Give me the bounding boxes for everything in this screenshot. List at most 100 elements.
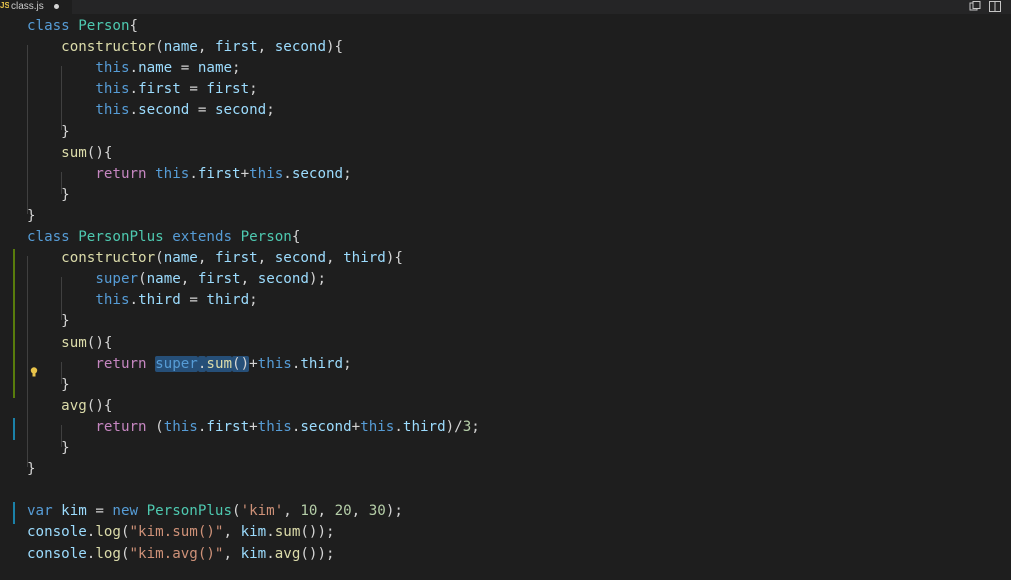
- code-token: kim: [240, 545, 267, 562]
- code-token: ,: [326, 250, 344, 267]
- code-line[interactable]: }: [27, 206, 36, 227]
- code-line[interactable]: this.name = name;: [27, 58, 241, 79]
- code-line[interactable]: }: [27, 375, 70, 396]
- code-line[interactable]: super(name, first, second);: [27, 269, 326, 290]
- code-token: ,: [180, 271, 198, 288]
- modified-line-gutter[interactable]: [13, 418, 15, 440]
- selected-code-token: sum: [206, 355, 233, 372]
- code-token: Person: [78, 18, 130, 34]
- code-token: }: [27, 461, 36, 478]
- code-token: ;: [343, 355, 352, 372]
- code-token: ;: [232, 60, 241, 77]
- code-token: (: [120, 524, 130, 541]
- code-token: ){: [326, 39, 344, 56]
- code-line[interactable]: this.first = first;: [27, 79, 257, 100]
- code-token: (){: [86, 334, 113, 351]
- code-token: second: [300, 418, 352, 435]
- code-token: ,: [197, 39, 215, 56]
- code-token: return: [95, 165, 147, 182]
- code-line[interactable]: }: [27, 185, 70, 206]
- code-token: second: [138, 102, 190, 119]
- code-token: ,: [257, 250, 275, 267]
- code-token: +: [351, 418, 361, 435]
- code-token: (: [155, 39, 164, 56]
- code-line[interactable]: sum(){: [27, 143, 112, 164]
- code-line[interactable]: }: [27, 459, 36, 480]
- code-token: (){: [86, 397, 113, 414]
- tab-class-js[interactable]: JS class.js: [0, 0, 72, 14]
- code-token: name: [163, 39, 198, 56]
- code-line[interactable]: class PersonPlus extends Person{: [27, 227, 300, 248]
- code-token: constructor: [61, 39, 156, 56]
- open-changes-icon[interactable]: [969, 1, 981, 12]
- code-token: ,: [317, 503, 335, 520]
- code-token: }: [27, 376, 70, 393]
- code-token: (: [120, 545, 130, 562]
- code-token: .: [129, 102, 139, 119]
- code-line[interactable]: this.second = second;: [27, 100, 275, 121]
- code-editor[interactable]: class Person{ constructor(name, first, s…: [0, 14, 1011, 580]
- code-line[interactable]: avg(){: [27, 396, 112, 417]
- code-line[interactable]: }: [27, 311, 70, 332]
- code-line[interactable]: }: [27, 122, 70, 143]
- code-token: }: [27, 313, 70, 330]
- code-token: }: [27, 123, 70, 140]
- code-token: first: [214, 250, 258, 267]
- code-token: }: [27, 440, 70, 456]
- code-token: this: [155, 165, 190, 182]
- code-line[interactable]: return (this.first+this.second+this.thir…: [27, 417, 479, 438]
- code-token: (: [155, 250, 164, 267]
- code-token: avg: [61, 397, 87, 414]
- code-line[interactable]: class Person{: [27, 16, 138, 37]
- modified-lines-gutter[interactable]: [13, 249, 15, 398]
- code-token: this: [95, 81, 130, 98]
- code-line[interactable]: constructor(name, first, second, third){: [27, 248, 403, 269]
- code-line[interactable]: }: [27, 438, 70, 459]
- code-line[interactable]: sum(){: [27, 333, 112, 354]
- modified-line-gutter[interactable]: [13, 502, 15, 524]
- code-token: this: [163, 418, 198, 435]
- code-line[interactable]: constructor(name, first, second){: [27, 37, 343, 58]
- code-line[interactable]: this.third = third;: [27, 290, 257, 311]
- code-token: .: [283, 165, 292, 182]
- unsaved-dot-icon[interactable]: [54, 4, 59, 9]
- code-token: this: [360, 418, 395, 435]
- code-line[interactable]: return super.sum()+this.third;: [27, 354, 352, 375]
- code-token: ,: [240, 271, 258, 288]
- code-token: .: [129, 292, 139, 309]
- code-line[interactable]: console.log("kim.avg()", kim.avg());: [27, 544, 335, 565]
- code-token: .: [129, 60, 139, 77]
- code-token: third: [343, 250, 386, 267]
- javascript-file-icon: JS: [0, 1, 9, 10]
- split-editor-icon[interactable]: [989, 1, 1001, 12]
- code-token: third: [402, 418, 446, 435]
- code-token: ;: [266, 102, 275, 119]
- code-token: =: [172, 60, 198, 77]
- code-token: third: [138, 292, 181, 309]
- code-token: PersonPlus: [78, 229, 164, 245]
- code-line[interactable]: return this.first+this.second;: [27, 164, 351, 185]
- code-token: name: [146, 271, 181, 288]
- code-token: ){: [385, 250, 403, 267]
- code-token: 20: [334, 503, 352, 520]
- code-token: console: [27, 524, 87, 541]
- code-token: ,: [283, 503, 301, 520]
- code-line[interactable]: console.log("kim.sum()", kim.sum());: [27, 522, 335, 543]
- code-token: sum: [61, 334, 87, 351]
- code-token: ());: [300, 524, 335, 541]
- code-token: log: [95, 545, 121, 562]
- code-token: second: [274, 250, 327, 267]
- selected-code-token: (): [232, 355, 250, 372]
- code-line[interactable]: var kim = new PersonPlus('kim', 10, 20, …: [27, 501, 403, 522]
- code-token: .: [266, 545, 275, 562]
- code-token: extends: [172, 229, 233, 245]
- code-token: class: [27, 229, 70, 245]
- code-token: name: [138, 60, 173, 77]
